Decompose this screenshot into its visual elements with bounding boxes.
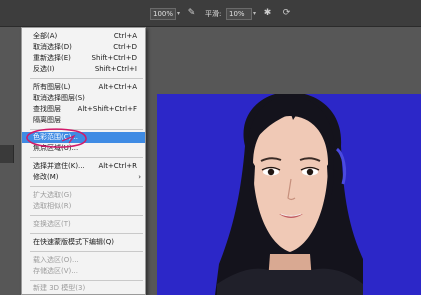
menu-separator xyxy=(30,129,143,130)
menu-item-save-selection[interactable]: 存储选区(V)... xyxy=(22,266,145,277)
menu-item-find-layers[interactable]: 查找图层 Alt+Shift+Ctrl+F xyxy=(22,104,145,115)
menu-item-label: 全部(A) xyxy=(33,32,58,40)
pressure-opacity-icon[interactable]: ✎ xyxy=(186,8,197,19)
menu-item-all-layers[interactable]: 所有图层(L) Alt+Ctrl+A xyxy=(22,82,145,93)
menu-item-deselect[interactable]: 取消选择(D) Ctrl+D xyxy=(22,42,145,53)
menu-item-load-selection[interactable]: 载入选区(O)... xyxy=(22,255,145,266)
portrait-photo xyxy=(215,94,363,295)
menu-item-inverse[interactable]: 反选(I) Shift+Ctrl+I xyxy=(22,64,145,75)
menu-item-select-all[interactable]: 全部(A) Ctrl+A xyxy=(22,31,145,42)
menu-item-quick-mask[interactable]: 在快速蒙版模式下编辑(Q) xyxy=(22,237,145,248)
menu-item-new-3d-model[interactable]: 新建 3D 模型(3) xyxy=(22,283,145,294)
opacity-field[interactable]: 100% xyxy=(150,8,176,20)
options-bar: 100% ▾ ✎ 平滑: 10% ▾ ✱ ⟳ xyxy=(0,0,421,27)
brush-angle-icon[interactable]: ⟳ xyxy=(281,8,292,19)
menu-item-select-and-mask[interactable]: 选择并遮住(K)... Alt+Ctrl+R xyxy=(22,161,145,172)
menu-item-shortcut: Alt+Shift+Ctrl+F xyxy=(77,105,137,113)
menu-item-label: 重新选择(E) xyxy=(33,54,71,62)
menu-item-shortcut: Shift+Ctrl+D xyxy=(91,54,138,62)
menu-separator xyxy=(30,215,143,216)
menu-item-deselect-layers[interactable]: 取消选择图层(S) xyxy=(22,93,145,104)
menu-separator xyxy=(30,251,143,252)
menu-item-shortcut: Shift+Ctrl+I xyxy=(94,65,137,73)
smoothing-dropdown-icon[interactable]: ▾ xyxy=(253,11,258,17)
menu-item-shortcut: Alt+Ctrl+A xyxy=(98,83,137,91)
menu-separator xyxy=(30,280,143,281)
menu-item-transform-selection[interactable]: 变换选区(T) xyxy=(22,219,145,230)
menu-item-label: 焦点区域(U)... xyxy=(33,144,79,152)
menu-item-label: 选取相似(R) xyxy=(33,202,72,210)
menu-item-label: 隔离图层 xyxy=(33,116,61,124)
select-menu: 全部(A) Ctrl+A 取消选择(D) Ctrl+D 重新选择(E) Shif… xyxy=(21,27,146,295)
document-canvas[interactable] xyxy=(157,94,421,295)
tools-panel-tab[interactable] xyxy=(0,145,14,163)
menu-item-label: 选择并遮住(K)... xyxy=(33,162,85,170)
menu-item-modify[interactable]: 修改(M) › xyxy=(22,172,145,183)
menu-separator xyxy=(30,157,143,158)
menu-item-label: 在快速蒙版模式下编辑(Q) xyxy=(33,238,114,246)
menu-item-label: 扩大选取(G) xyxy=(33,191,72,199)
menu-item-focus-area[interactable]: 焦点区域(U)... xyxy=(22,143,145,154)
menu-separator xyxy=(30,186,143,187)
menu-separator xyxy=(30,78,143,79)
chevron-right-icon: › xyxy=(138,173,141,181)
smoothing-label: 平滑: xyxy=(205,10,222,18)
menu-item-label: 存储选区(V)... xyxy=(33,267,78,275)
menu-item-shortcut: Ctrl+D xyxy=(113,43,137,51)
menu-item-label: 变换选区(T) xyxy=(33,220,71,228)
menu-separator xyxy=(30,233,143,234)
menu-item-shortcut: Alt+Ctrl+R xyxy=(98,162,137,170)
menu-item-reselect[interactable]: 重新选择(E) Shift+Ctrl+D xyxy=(22,53,145,64)
menu-item-shortcut: Ctrl+A xyxy=(113,32,137,40)
workspace: 全部(A) Ctrl+A 取消选择(D) Ctrl+D 重新选择(E) Shif… xyxy=(0,27,421,295)
menu-item-label: 修改(M) xyxy=(33,173,59,181)
menu-item-label: 反选(I) xyxy=(33,65,55,73)
menu-item-label: 载入选区(O)... xyxy=(33,256,79,264)
opacity-dropdown-icon[interactable]: ▾ xyxy=(177,11,182,17)
menu-item-color-range[interactable]: 色彩范围(C)... xyxy=(22,132,145,143)
menu-item-isolate-layers[interactable]: 隔离图层 xyxy=(22,115,145,126)
menu-item-label: 取消选择(D) xyxy=(33,43,72,51)
menu-item-label: 取消选择图层(S) xyxy=(33,94,85,102)
smoothing-field[interactable]: 10% xyxy=(226,8,252,20)
gear-icon[interactable]: ✱ xyxy=(262,8,273,19)
menu-item-label: 色彩范围(C)... xyxy=(33,133,79,141)
menu-item-label: 所有图层(L) xyxy=(33,83,71,91)
menu-item-label: 查找图层 xyxy=(33,105,61,113)
menu-item-similar[interactable]: 选取相似(R) xyxy=(22,201,145,212)
menu-item-grow[interactable]: 扩大选取(G) xyxy=(22,190,145,201)
menu-item-label: 新建 3D 模型(3) xyxy=(33,284,86,292)
